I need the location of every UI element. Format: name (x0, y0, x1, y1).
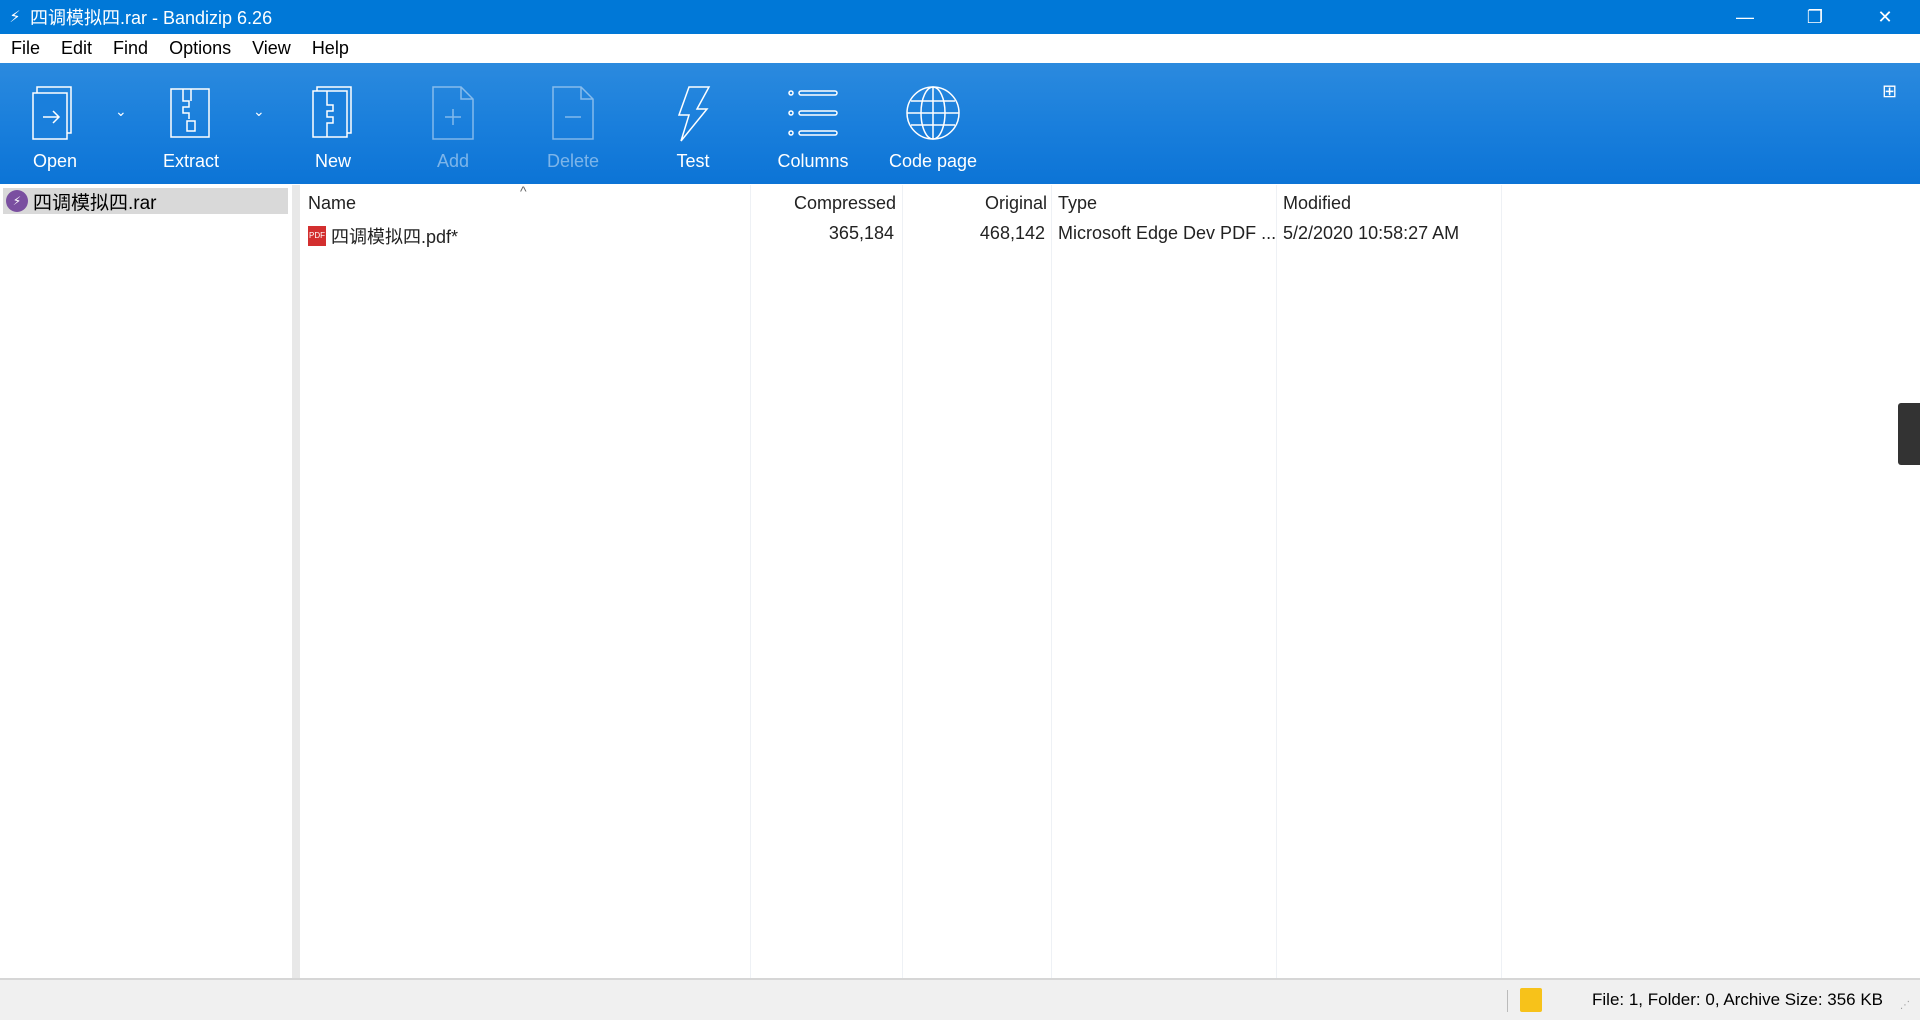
open-dropdown-chevron-icon[interactable]: ⌄ (115, 103, 127, 120)
pdf-file-icon: PDF (308, 226, 326, 246)
close-button[interactable]: ✕ (1850, 0, 1920, 34)
test-label: Test (676, 151, 710, 171)
title-bar: ⚡ 四调模拟四.rar - Bandizip 6.26 — ❐ ✕ (0, 0, 1920, 34)
lightning-icon (677, 86, 711, 142)
pane-splitter[interactable] (292, 185, 300, 978)
new-button[interactable]: New (278, 83, 388, 183)
extract-dropdown-chevron-icon[interactable]: ⌄ (253, 103, 265, 120)
file-type: Microsoft Edge Dev PDF ... (1058, 223, 1277, 243)
globe-icon (906, 86, 960, 140)
archive-folder-icon (1520, 988, 1542, 1012)
bandizip-app-icon: ⚡ (9, 9, 21, 26)
column-header-modified[interactable]: Modified (1283, 193, 1351, 214)
file-compressed: 365,184 (828, 223, 894, 243)
status-bar: File: 1, Folder: 0, Archive Size: 356 KB… (0, 978, 1920, 1020)
code-page-label: Code page (888, 151, 978, 171)
toolbar: Open ⌄ Extract ⌄ New Add Delete Test Col… (0, 63, 1920, 184)
extract-icon (170, 88, 210, 138)
menu-help[interactable]: Help (312, 38, 349, 59)
tree-item-archive[interactable]: ⚡ 四调模拟四.rar (3, 188, 288, 214)
file-name: 四调模拟四.pdf* (331, 227, 459, 247)
new-label: New (314, 151, 351, 171)
folder-tree: ⚡ 四调模拟四.rar (0, 185, 292, 978)
status-text: File: 1, Folder: 0, Archive Size: 356 KB (1592, 990, 1884, 1009)
column-header-original[interactable]: Original (985, 193, 1047, 214)
rar-archive-icon: ⚡ (6, 190, 28, 212)
delete-file-icon (552, 86, 594, 140)
open-label: Open (32, 151, 78, 171)
new-archive-icon (312, 86, 352, 138)
menu-options[interactable]: Options (169, 38, 231, 59)
open-icon (32, 86, 72, 140)
menu-view[interactable]: View (252, 38, 291, 59)
side-panel-handle[interactable] (1898, 403, 1920, 465)
sort-ascending-icon: ^ (520, 183, 527, 199)
add-button[interactable]: Add (398, 83, 508, 183)
code-page-button[interactable]: Code page (878, 83, 988, 183)
columns-button[interactable]: Columns (758, 83, 868, 183)
archive-name: 四调模拟四.rar (33, 192, 157, 214)
columns-label: Columns (777, 151, 849, 171)
minimize-button[interactable]: — (1710, 0, 1780, 34)
delete-label: Delete (546, 151, 600, 171)
open-button[interactable]: Open (0, 83, 110, 183)
menu-find[interactable]: Find (113, 38, 148, 59)
extract-button[interactable]: Extract (136, 83, 246, 183)
add-label: Add (436, 151, 470, 171)
layout-grid-icon[interactable]: ⊞ (1882, 81, 1897, 102)
list-columns-icon (788, 90, 838, 136)
file-modified: 5/2/2020 10:58:27 AM (1283, 223, 1460, 243)
column-header-compressed[interactable]: Compressed (794, 193, 896, 214)
extract-label: Extract (162, 151, 219, 171)
restore-button[interactable]: ❐ (1780, 0, 1850, 34)
menu-edit[interactable]: Edit (61, 38, 92, 59)
window-title: 四调模拟四.rar - Bandizip 6.26 (30, 8, 273, 28)
menu-bar: File Edit Find Options View Help (0, 34, 1920, 63)
test-button[interactable]: Test (638, 83, 748, 183)
file-list: ^ Name Compressed Original Type Modified… (300, 183, 1920, 978)
delete-button[interactable]: Delete (518, 83, 628, 183)
file-original: 468,142 (979, 223, 1045, 243)
resize-grip-icon[interactable]: ⋰ (1900, 1000, 1910, 1011)
column-header-type[interactable]: Type (1058, 193, 1097, 214)
menu-file[interactable]: File (11, 38, 40, 59)
column-header-name[interactable]: Name (308, 193, 356, 214)
add-file-icon (432, 86, 474, 140)
